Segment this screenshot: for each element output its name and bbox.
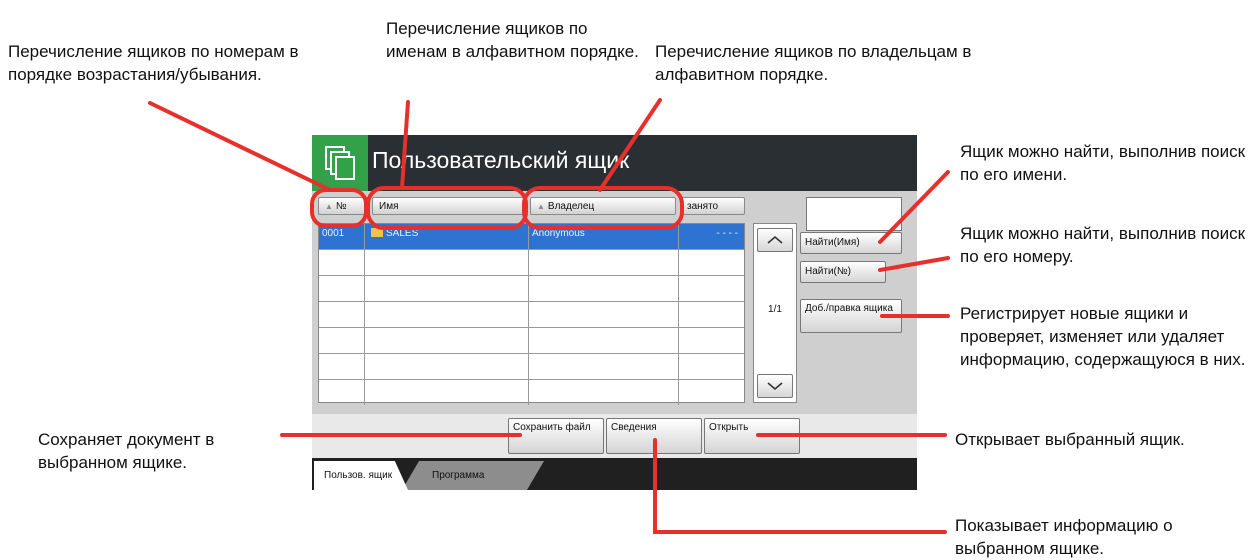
cell-name <box>365 250 529 275</box>
cell-number: 0001 <box>319 224 365 249</box>
chevron-down-icon <box>767 382 783 391</box>
annotation-find-number: Ящик можно найти, выполнив поиск по его … <box>960 224 1246 266</box>
save-file-button[interactable]: Сохранить файл <box>508 418 604 454</box>
annotation-add-edit: Регистрирует новые ящики и проверяет, из… <box>960 304 1246 369</box>
find-by-name-button[interactable]: Найти(Имя) <box>800 232 902 254</box>
table-row[interactable] <box>319 276 744 302</box>
cell-name <box>365 276 529 301</box>
tab-user-box[interactable]: Пользов. ящик <box>314 461 408 490</box>
folder-icon <box>371 228 383 237</box>
cell-name <box>365 302 529 327</box>
annotation-sort-name: Перечисление ящиков по именам в алфавитн… <box>386 19 639 61</box>
cell-number <box>319 328 365 353</box>
cell-name-text: SALES <box>386 228 419 239</box>
cell-owner <box>529 250 679 275</box>
scroll-up-button[interactable] <box>757 228 793 252</box>
column-header-used-label: занято <box>687 201 719 212</box>
search-input[interactable] <box>806 197 902 231</box>
cell-name <box>365 380 529 405</box>
table-row[interactable] <box>319 380 744 406</box>
cell-owner <box>529 276 679 301</box>
page-title: Пользовательский ящик <box>372 147 630 173</box>
open-button[interactable]: Открыть <box>704 418 800 454</box>
list-scroll-column: 1/1 <box>753 223 797 403</box>
column-header-number-label: № <box>335 201 347 212</box>
cell-owner <box>529 354 679 379</box>
column-header-name-label: Имя <box>379 201 399 212</box>
cell-number <box>319 380 365 405</box>
user-box-home-icon[interactable] <box>312 135 368 191</box>
details-button[interactable]: Сведения <box>606 418 702 454</box>
table-row[interactable] <box>319 328 744 354</box>
cell-owner <box>529 328 679 353</box>
cell-owner: Anonymous <box>529 224 679 249</box>
annotation-sort-number: Перечисление ящиков по номерам в порядке… <box>8 42 299 84</box>
cell-number <box>319 276 365 301</box>
cell-number <box>319 302 365 327</box>
page-indicator: 1/1 <box>768 304 782 315</box>
cell-owner <box>529 302 679 327</box>
leader-sort-number <box>148 101 332 192</box>
tab-program[interactable]: Программа <box>402 461 544 490</box>
table-row[interactable] <box>319 354 744 380</box>
table-row[interactable] <box>319 250 744 276</box>
user-box-screen: Пользовательский ящик ▲ № Имя ▲ Владелец з… <box>312 135 917 490</box>
column-header-used[interactable]: занято <box>680 197 745 215</box>
table-row[interactable]: 0001 SALES Anonymous - - - - <box>319 224 744 250</box>
cell-name: SALES <box>365 224 529 249</box>
title-bar: Пользовательский ящик <box>312 135 917 191</box>
add-edit-box-button[interactable]: Доб./правка ящика <box>800 299 902 333</box>
cell-name <box>365 328 529 353</box>
table-row[interactable] <box>319 302 744 328</box>
cell-name <box>365 354 529 379</box>
annotation-sort-owner: Перечисление ящиков по владельцам в алфа… <box>655 42 972 84</box>
chevron-up-icon <box>767 235 783 244</box>
annotation-save-file: Сохраняет документ в выбранном ящике. <box>38 430 215 472</box>
find-by-number-button[interactable]: Найти(№) <box>800 261 886 283</box>
cell-owner <box>529 380 679 405</box>
annotation-details: Показывает информацию о выбранном ящике. <box>955 516 1173 558</box>
sort-triangle-icon: ▲ <box>325 202 333 211</box>
column-header-name[interactable]: Имя <box>372 197 526 215</box>
column-header-owner-label: Владелец <box>547 201 595 212</box>
cell-number <box>319 354 365 379</box>
cell-number <box>319 250 365 275</box>
box-list: 0001 SALES Anonymous - - - - <box>318 223 745 406</box>
sort-triangle-icon: ▲ <box>537 202 545 211</box>
annotation-find-name: Ящик можно найти, выполнив поиск по его … <box>960 142 1246 184</box>
scroll-down-button[interactable] <box>757 374 793 398</box>
tab-bar: Программа Пользов. ящик <box>312 458 917 490</box>
column-header-number[interactable]: ▲ № <box>318 197 368 215</box>
column-header-owner[interactable]: ▲ Владелец <box>530 197 676 215</box>
cell-used: - - - - <box>716 228 738 239</box>
annotation-open: Открывает выбранный ящик. <box>955 430 1185 449</box>
